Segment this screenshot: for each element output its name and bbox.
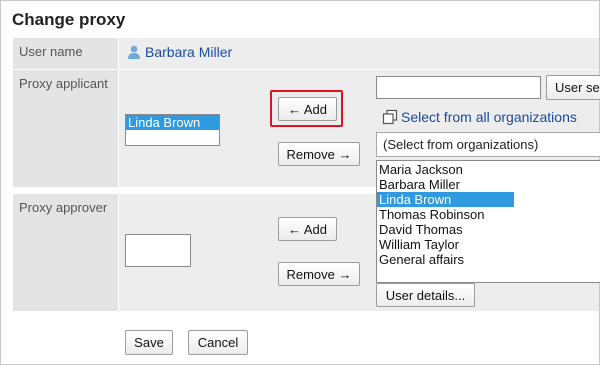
windows-icon xyxy=(382,109,398,125)
page-title: Change proxy xyxy=(12,10,126,29)
add-button-highlight xyxy=(270,90,343,127)
approver-listbox[interactable] xyxy=(125,234,191,267)
applicant-option[interactable]: Linda Brown xyxy=(126,115,219,130)
cancel-button[interactable]: Cancel xyxy=(188,330,248,355)
candidate-option[interactable]: Thomas Robinson xyxy=(377,207,600,222)
candidate-option[interactable]: Linda Brown xyxy=(377,192,514,207)
select-all-organizations-label: Select from all organizations xyxy=(401,109,577,125)
user-details-button[interactable]: User details... xyxy=(376,283,475,307)
user-search-button[interactable]: User se xyxy=(546,75,600,100)
person-icon xyxy=(128,45,140,59)
candidate-option[interactable]: General affairs xyxy=(377,252,600,267)
candidate-option[interactable]: Maria Jackson xyxy=(377,162,600,177)
approver-remove-button[interactable]: Remove → xyxy=(278,262,360,286)
organization-select[interactable]: (Select from organizations) xyxy=(376,132,600,157)
candidate-option[interactable]: William Taylor xyxy=(377,237,600,252)
save-button[interactable]: Save xyxy=(125,330,173,355)
proxy-applicant-label: Proxy applicant xyxy=(13,70,118,187)
candidate-option[interactable]: Barbara Miller xyxy=(377,177,600,192)
user-search-input[interactable] xyxy=(376,76,541,99)
candidate-listbox[interactable]: Maria Jackson Barbara Miller Linda Brown… xyxy=(376,160,600,283)
approver-add-button[interactable]: ← Add xyxy=(278,217,337,241)
change-proxy-panel: Change proxy User name Barbara Miller Pr… xyxy=(0,0,600,365)
select-all-organizations-link[interactable]: Select from all organizations xyxy=(382,109,577,125)
applicant-remove-button[interactable]: Remove → xyxy=(278,142,360,166)
user-name-value: Barbara Miller xyxy=(145,44,233,60)
user-name-link[interactable]: Barbara Miller xyxy=(126,44,232,60)
candidate-option[interactable]: David Thomas xyxy=(377,222,600,237)
proxy-approver-label: Proxy approver xyxy=(13,194,118,311)
user-name-label: User name xyxy=(13,38,118,69)
applicant-listbox[interactable]: Linda Brown xyxy=(125,114,220,146)
